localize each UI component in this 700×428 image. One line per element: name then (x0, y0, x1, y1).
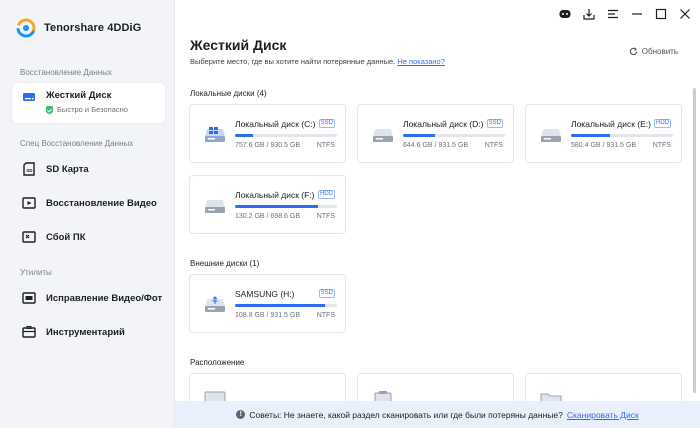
disk-filesystem: NTFS (316, 213, 335, 220)
vertical-scrollbar[interactable] (693, 88, 696, 393)
disk-usage-bar (403, 134, 505, 137)
menu-icon[interactable] (606, 7, 620, 21)
hard-disk-icon (205, 127, 225, 142)
external-disks-title: Внешние диски (1) (190, 259, 260, 268)
sidebar: Tenorshare 4DDiG Восстановление Данных Ж… (0, 0, 175, 428)
shield-icon (46, 105, 53, 114)
tip-text: Советы: Не знаете, какой раздел сканиров… (249, 409, 563, 420)
disk-card-f[interactable]: Локальный диск (F:) HDD 130.2 GB / 698.6… (189, 175, 346, 234)
sidebar-item-label: Жесткий Диск (46, 90, 112, 101)
app-logo-icon (16, 18, 36, 38)
sidebar-item-video-photo-repair[interactable]: Исправление Видео/Фот (12, 284, 165, 312)
disk-type-badge: SSD (318, 119, 335, 128)
disk-name: Локальный диск (E:) (571, 119, 651, 129)
video-icon (22, 197, 36, 209)
pc-crash-icon (22, 231, 36, 243)
disk-type-badge: SSD (486, 119, 503, 128)
refresh-button[interactable]: Обновить (629, 47, 678, 56)
maximize-icon[interactable] (654, 7, 668, 21)
disk-usage-bar (235, 205, 337, 208)
hard-disk-icon (205, 200, 225, 213)
disk-usage-fill (235, 205, 318, 208)
scan-disk-link[interactable]: Сканировать Диск (567, 410, 639, 420)
refresh-label: Обновить (641, 47, 678, 56)
disk-size: 580.4 GB / 931.5 GB (571, 142, 636, 149)
page-title: Жесткий Диск (190, 37, 287, 53)
minimize-icon[interactable] (630, 7, 644, 21)
refresh-icon (629, 47, 637, 56)
hard-disk-icon (373, 129, 393, 142)
disk-card-e[interactable]: Локальный диск (E:) HDD 580.4 GB / 931.5… (525, 104, 682, 163)
window-controls (558, 7, 692, 21)
disk-name: SAMSUNG (H:) (235, 289, 295, 299)
hard-disk-icon (23, 93, 35, 101)
section-title-data-recovery: Восстановление Данных (20, 68, 112, 77)
subtitle-text: Выберите место, где вы хотите найти поте… (190, 57, 396, 66)
disk-name: Локальный диск (F:) (235, 190, 315, 200)
disk-usage-fill (235, 134, 254, 137)
brand: Tenorshare 4DDiG (16, 18, 141, 38)
usb-drive-icon (205, 296, 225, 312)
disk-filesystem: NTFS (652, 142, 671, 149)
section-title-utilities: Утилиты (20, 268, 52, 277)
sidebar-item-video-recovery[interactable]: Восстановление Видео (12, 189, 165, 217)
location-title: Расположение (190, 358, 245, 367)
sidebar-item-pc-crash[interactable]: Сбой ПК (12, 223, 165, 251)
sidebar-item-label: Исправление Видео/Фот (46, 292, 163, 304)
sidebar-item-label: Восстановление Видео (46, 197, 157, 209)
sidebar-item-label: SD Карта (46, 163, 89, 175)
disk-usage-bar (235, 134, 337, 137)
disk-filesystem: NTFS (316, 142, 335, 149)
local-disks-title: Локальные диски (4) (190, 89, 267, 98)
disk-card-d[interactable]: Локальный диск (D:) SSD 644.6 GB / 931.5… (357, 104, 514, 163)
hard-disk-icon (541, 129, 561, 142)
download-icon[interactable] (582, 7, 596, 21)
disk-usage-bar (571, 134, 673, 137)
disk-name: Локальный диск (D:) (403, 119, 484, 129)
sidebar-item-subtitle: Быстро и Безопасно (46, 105, 128, 114)
main-panel: Жесткий Диск Выберите место, где вы хоти… (175, 0, 700, 428)
disk-size: 644.6 GB / 931.5 GB (403, 142, 468, 149)
sidebar-item-label: Инструментарий (46, 326, 125, 338)
toolbox-icon (22, 326, 36, 338)
disk-type-badge: HDD (318, 190, 335, 199)
disk-usage-fill (235, 304, 325, 307)
sidebar-item-label: Сбой ПК (46, 231, 86, 243)
repair-icon (22, 292, 36, 304)
disk-size: 130.2 GB / 698.6 GB (235, 213, 300, 220)
section-title-special-recovery: Спец Восстановление Данных (20, 139, 134, 148)
disk-usage-fill (403, 134, 435, 137)
sd-card-icon: SD (23, 162, 35, 176)
svg-text:SD: SD (26, 168, 33, 173)
not-shown-link[interactable]: Не показано? (397, 57, 445, 66)
tip-bar: ! Советы: Не знаете, какой раздел сканир… (175, 401, 700, 428)
disk-size: 757.6 GB / 930.5 GB (235, 142, 300, 149)
disk-usage-fill (571, 134, 610, 137)
disk-type-badge: HDD (654, 119, 671, 128)
disk-card-c[interactable]: Локальный диск (C:) SSD 757.6 GB / 930.5… (189, 104, 346, 163)
disk-filesystem: NTFS (316, 312, 335, 319)
disk-usage-bar (235, 304, 337, 307)
discord-icon[interactable] (558, 7, 572, 21)
app-name: Tenorshare 4DDiG (44, 22, 142, 34)
safe-label: Быстро и Безопасно (57, 105, 128, 114)
disk-filesystem: NTFS (484, 142, 503, 149)
disk-card-h[interactable]: SAMSUNG (H:) SSD 108.8 GB / 931.5 GB NTF… (189, 274, 346, 333)
disk-type-badge: SSD (318, 289, 335, 298)
sidebar-item-sd-card[interactable]: SD SD Карта (12, 155, 165, 183)
sidebar-item-hard-disk[interactable]: Жесткий Диск Быстро и Безопасно (12, 83, 165, 123)
disk-size: 108.8 GB / 931.5 GB (235, 312, 300, 319)
disk-name: Локальный диск (C:) (235, 119, 316, 129)
info-icon: ! (236, 410, 246, 419)
page-subtitle: Выберите место, где вы хотите найти поте… (190, 57, 445, 66)
app-window: Tenorshare 4DDiG Восстановление Данных Ж… (0, 0, 700, 428)
close-icon[interactable] (678, 7, 692, 21)
sidebar-item-toolbox[interactable]: Инструментарий (12, 318, 165, 346)
